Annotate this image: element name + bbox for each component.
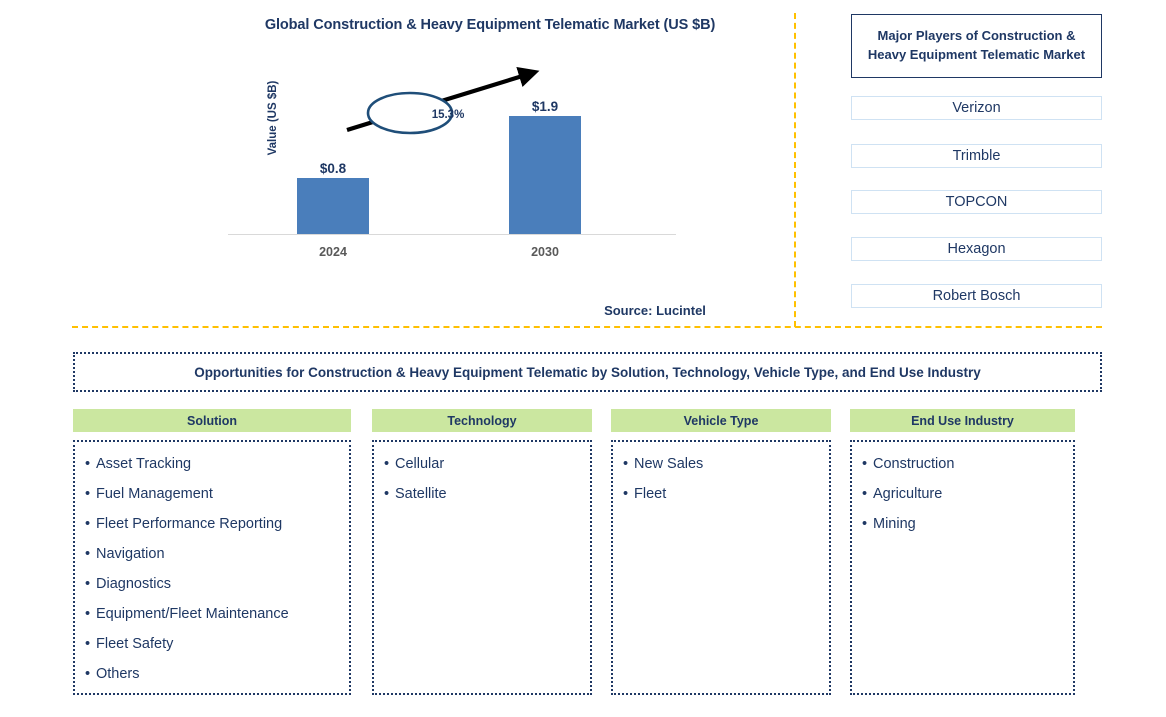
source-note: Source: Lucintel — [604, 303, 706, 318]
infographic-canvas: Global Construction & Heavy Equipment Te… — [0, 0, 1166, 717]
x-tick-2024: 2024 — [319, 245, 347, 259]
column-header-end-use-industry: End Use Industry — [850, 409, 1075, 432]
list-item-label: New Sales — [634, 456, 704, 472]
list-item: • Construction — [862, 449, 1073, 479]
column-header-solution: Solution — [73, 409, 351, 432]
horizontal-divider — [72, 326, 1102, 328]
list-item-label: Fleet Performance Reporting — [96, 516, 283, 532]
list-item: • Agriculture — [862, 479, 1073, 509]
bullet-icon: • — [85, 666, 91, 682]
bar-chart: Value (US $B) $0.8 $1.9 2024 2030 15.3% — [228, 60, 678, 259]
growth-arrow-icon — [346, 66, 540, 135]
list-item: • Mining — [862, 509, 1073, 539]
list-item: • Diagnostics — [85, 569, 349, 599]
list-item: • Navigation — [85, 539, 349, 569]
bullet-icon: • — [85, 456, 91, 472]
x-axis-line — [228, 234, 676, 235]
list-item-label: Mining — [873, 516, 916, 532]
column-header-technology: Technology — [372, 409, 592, 432]
bullet-icon: • — [384, 486, 390, 502]
bullet-icon: • — [384, 456, 390, 472]
column-list-technology: • Cellular • Satellite — [372, 440, 592, 695]
list-item-label: Fleet — [634, 486, 667, 502]
bullet-icon: • — [623, 456, 629, 472]
list-item: • Others — [85, 659, 349, 689]
bullet-icon: • — [85, 636, 91, 652]
list-item-label: Agriculture — [873, 486, 943, 502]
list-item: • Equipment/Fleet Maintenance — [85, 599, 349, 629]
list-item-label: Asset Tracking — [96, 456, 192, 472]
list-item: • Fleet Safety — [85, 629, 349, 659]
major-player-item[interactable]: TOPCON — [851, 190, 1102, 214]
bar-2024 — [297, 178, 369, 234]
bullet-icon: • — [85, 576, 91, 592]
column-list-solution: • Asset Tracking • Fuel Management • Fleet Pe… — [73, 440, 351, 695]
list-item-label: Equipment/Fleet Maintenance — [96, 606, 289, 622]
list-item-label: Construction — [873, 456, 955, 472]
x-tick-2030: 2030 — [531, 245, 559, 259]
bullet-icon: • — [862, 516, 868, 532]
bullet-icon: • — [623, 486, 629, 502]
list-item-label: Cellular — [395, 456, 445, 472]
major-players-title: Major Players of Construction & Heavy Eq… — [851, 14, 1102, 78]
list-item: • Cellular — [384, 449, 590, 479]
vertical-divider — [794, 13, 796, 327]
list-item: • Satellite — [384, 479, 590, 509]
bullet-icon: • — [862, 456, 868, 472]
list-item: • Fleet Performance Reporting — [85, 509, 349, 539]
page-title: Global Construction & Heavy Equipment Te… — [264, 17, 716, 33]
list-item-label: Diagnostics — [96, 576, 171, 592]
opportunities-banner: Opportunities for Construction & Heavy E… — [73, 352, 1102, 392]
list-item-label: Others — [96, 666, 140, 682]
column-header-vehicle-type: Vehicle Type — [611, 409, 831, 432]
bullet-icon: • — [85, 486, 91, 502]
list-item-label: Fleet Safety — [96, 636, 174, 652]
list-item: • Asset Tracking — [85, 449, 349, 479]
list-item-label: Navigation — [96, 546, 165, 562]
y-axis-label: Value (US $B) — [267, 80, 279, 156]
list-item-label: Fuel Management — [96, 486, 213, 502]
major-player-item[interactable]: Trimble — [851, 144, 1102, 168]
list-item: • Fleet — [623, 479, 829, 509]
column-list-vehicle-type: • New Sales • Fleet — [611, 440, 831, 695]
major-player-item[interactable]: Robert Bosch — [851, 284, 1102, 308]
bullet-icon: • — [85, 516, 91, 532]
column-list-end-use-industry: • Construction • Agriculture • Mining — [850, 440, 1075, 695]
list-item-label: Satellite — [395, 486, 447, 502]
cagr-label: 15.3% — [431, 109, 465, 121]
major-player-item[interactable]: Hexagon — [851, 237, 1102, 261]
bar-value-2024: $0.8 — [319, 161, 347, 176]
bullet-icon: • — [85, 606, 91, 622]
major-player-item[interactable]: Verizon — [851, 96, 1102, 120]
list-item: • New Sales — [623, 449, 829, 479]
list-item: • Fuel Management — [85, 479, 349, 509]
bullet-icon: • — [85, 546, 91, 562]
bullet-icon: • — [862, 486, 868, 502]
